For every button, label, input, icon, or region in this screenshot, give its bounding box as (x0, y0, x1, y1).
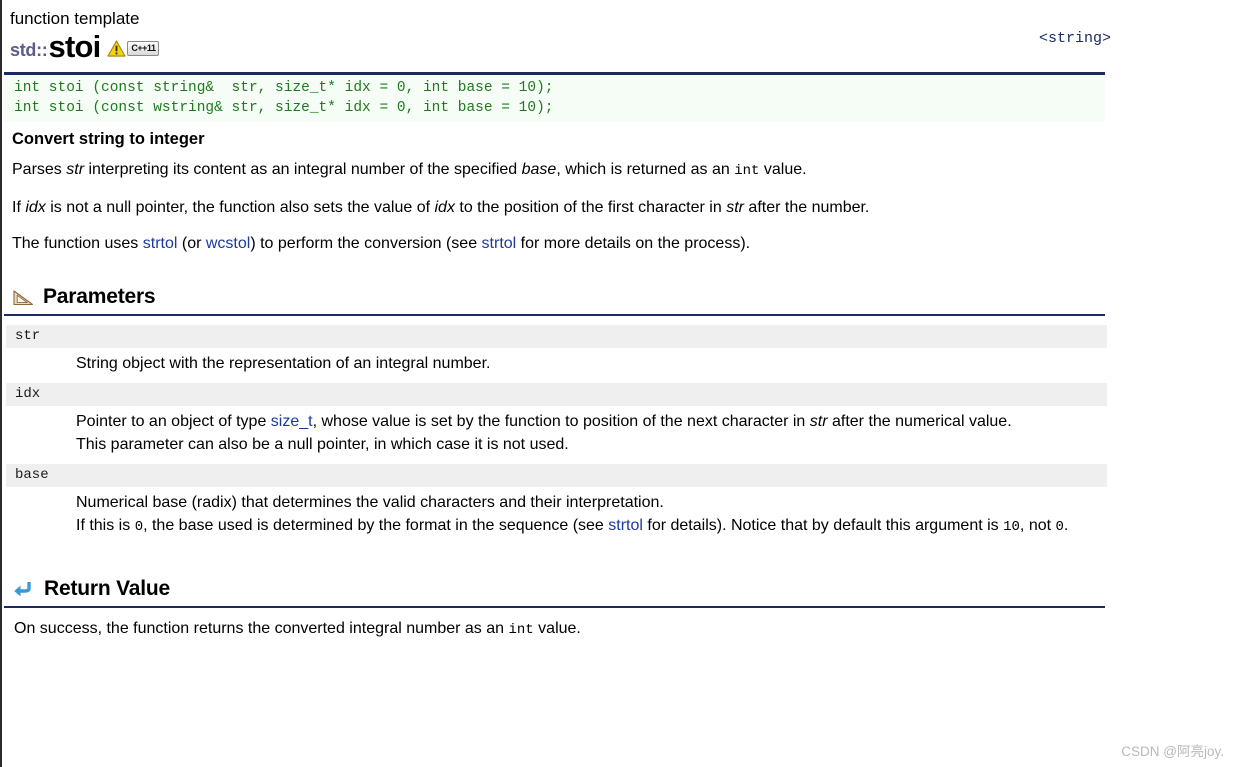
text-fragment: The function uses (12, 235, 143, 252)
text-fragment: . (1063, 517, 1069, 534)
namespace-prefix: std:: (10, 40, 48, 60)
reference-page: function template std:: stoi C++11 <stri (0, 0, 1236, 767)
text-fragment: Parses (12, 161, 67, 178)
text-fragment: value. (759, 161, 807, 178)
literal-zero: 0 (134, 519, 144, 535)
ruler-triangle-icon (13, 288, 34, 306)
literal-zero: 0 (1055, 519, 1064, 535)
link-wcstol[interactable]: wcstol (206, 235, 250, 252)
param-emphasis-str: str (66, 161, 85, 178)
parameter-name: str (6, 325, 1107, 348)
text-fragment: , which is returned as an (556, 161, 735, 178)
text-fragment: If (12, 199, 26, 216)
warning-triangle-icon (107, 40, 126, 57)
parameters-divider (4, 314, 1105, 316)
link-strtol[interactable]: strtol (143, 235, 178, 252)
page-title: std:: stoi C++11 (10, 31, 1111, 63)
parameters-heading: Parameters (4, 285, 1105, 309)
description-paragraph-1: Parses str interpreting its content as a… (12, 158, 1087, 183)
return-value-section: Return Value On success, the function re… (4, 577, 1105, 642)
param-emphasis-str: str (726, 199, 744, 216)
text-fragment: Pointer to an object of type (76, 413, 271, 430)
text-fragment: On success, the function returns the con… (14, 620, 509, 637)
function-name: stoi (48, 29, 102, 64)
parameter-name: idx (6, 383, 1107, 406)
text-fragment: , not (1019, 517, 1056, 534)
type-int: int (508, 622, 534, 638)
link-size-t[interactable]: size_t (271, 413, 313, 430)
title-badges: C++11 (107, 40, 160, 63)
parameter-description: String object with the representation of… (6, 348, 1107, 383)
signature-line: int stoi (const wstring& str, size_t* id… (14, 100, 554, 116)
parameter-entry: str String object with the representatio… (6, 325, 1107, 383)
cxx-version-badge: C++11 (127, 41, 160, 56)
page-content: function template std:: stoi C++11 <stri (2, 0, 1236, 642)
description-paragraph-3: The function uses strtol (or wcstol) to … (12, 232, 1087, 255)
description-line: This parameter can also be a null pointe… (76, 436, 569, 453)
text-fragment: ) to perform the conversion (see (250, 235, 482, 252)
parameter-name: base (6, 464, 1107, 487)
text-fragment: for more details on the process). (516, 235, 751, 252)
parameter-entry: base Numerical base (radix) that determi… (6, 464, 1107, 547)
return-value-divider (4, 606, 1105, 608)
header-include: <string> (1038, 30, 1111, 47)
description-paragraph-2: If idx is not a null pointer, the functi… (12, 196, 1087, 219)
literal-ten: 10 (1003, 519, 1020, 535)
description-line: Pointer to an object of type size_t, who… (76, 410, 1107, 433)
text-fragment: (or (177, 235, 206, 252)
description-subhead: Convert string to integer (12, 130, 205, 148)
text-fragment: after the number. (743, 199, 870, 216)
parameter-description: Numerical base (radix) that determines t… (6, 487, 1107, 547)
return-value-title: Return Value (44, 577, 170, 600)
text-fragment: value. (533, 620, 581, 637)
link-strtol[interactable]: strtol (482, 235, 517, 252)
type-int: int (734, 163, 760, 179)
csdn-watermark: CSDN @阿亮joy. (1121, 744, 1224, 759)
param-emphasis-base: base (521, 161, 557, 178)
text-fragment: for details). Notice that by default thi… (642, 517, 1004, 534)
text-fragment: If this is (76, 517, 135, 534)
text-fragment: after the numerical value. (827, 413, 1012, 430)
signature-code-block: int stoi (const string& str, size_t* idx… (4, 75, 1105, 122)
param-emphasis-idx: idx (434, 199, 455, 216)
text-fragment: is not a null pointer, the function also… (45, 199, 435, 216)
parameters-title: Parameters (43, 285, 156, 308)
text-fragment: to the position of the first character i… (454, 199, 727, 216)
return-arrow-icon (13, 579, 35, 599)
link-strtol[interactable]: strtol (608, 517, 643, 534)
description-line: String object with the representation of… (76, 355, 491, 372)
text-fragment: , the base used is determined by the for… (143, 517, 609, 534)
parameters-list: str String object with the representatio… (6, 325, 1107, 547)
param-emphasis-idx: idx (25, 199, 46, 216)
page-header: function template std:: stoi C++11 <stri (2, 0, 1111, 63)
return-value-heading: Return Value (4, 577, 1105, 601)
description-line: Numerical base (radix) that determines t… (76, 494, 664, 511)
signature-line: int stoi (const string& str, size_t* idx… (14, 80, 554, 96)
description-line: If this is 0, the base used is determine… (76, 514, 1107, 539)
parameters-section: Parameters str String object with the re… (4, 285, 1107, 547)
text-fragment: , whose value is set by the function to … (312, 413, 810, 430)
text-fragment: interpreting its content as an integral … (84, 161, 522, 178)
page-kind-label: function template (10, 9, 140, 28)
parameter-entry: idx Pointer to an object of type size_t,… (6, 383, 1107, 464)
return-value-body: On success, the function returns the con… (14, 617, 1089, 642)
param-emphasis-str: str (809, 413, 828, 430)
parameter-description: Pointer to an object of type size_t, who… (6, 406, 1107, 464)
